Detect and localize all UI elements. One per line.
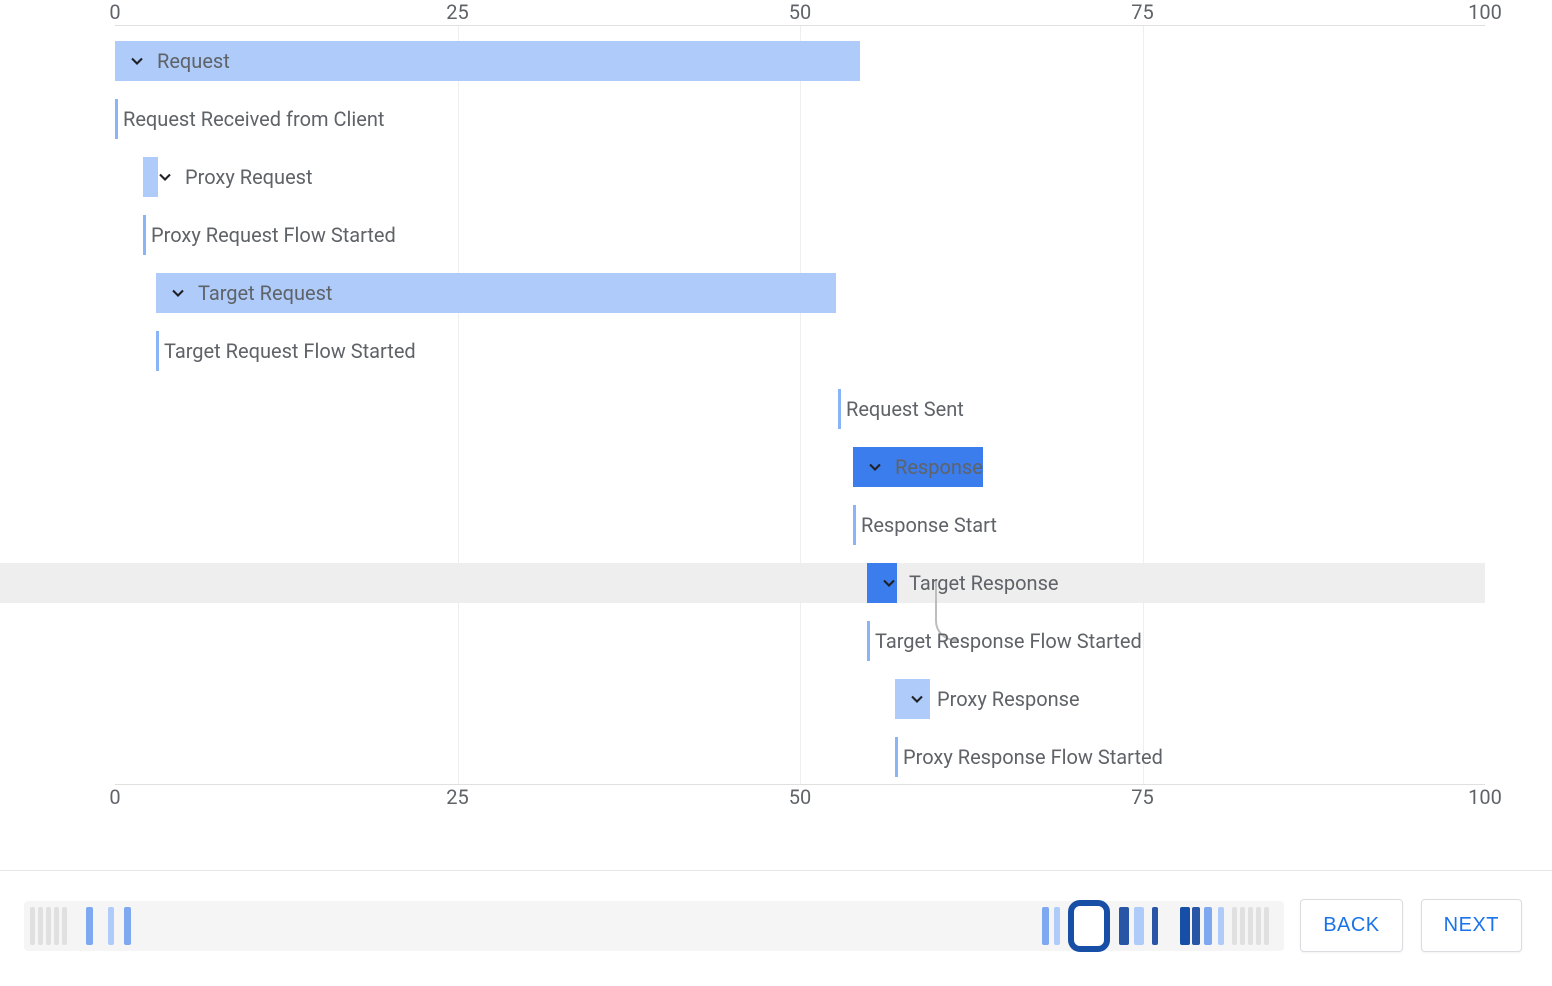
row-label: Request	[157, 49, 230, 73]
row-label: Request Received from Client	[123, 107, 384, 131]
row-label: Request Sent	[846, 397, 964, 421]
row-request-sent[interactable]: Request Sent	[0, 389, 1485, 429]
row-label: Target Request Flow Started	[164, 339, 416, 363]
row-proxy-response-flow[interactable]: Proxy Response Flow Started	[0, 737, 1485, 777]
footer-buttons: BACK NEXT	[1300, 899, 1522, 952]
row-label: Proxy Response Flow Started	[903, 745, 1163, 769]
chevron-down-icon[interactable]	[155, 167, 175, 187]
tick-label: 0	[109, 0, 120, 24]
chevron-down-icon[interactable]	[127, 51, 147, 71]
row-response[interactable]: Response	[0, 447, 1485, 487]
row-proxy-response[interactable]: Proxy Response	[0, 679, 1485, 719]
tick-label: 75	[1131, 0, 1153, 24]
chevron-down-icon[interactable]	[907, 689, 927, 709]
tick-label: 50	[789, 785, 811, 809]
tick-label: 100	[1468, 785, 1502, 809]
row-request-received[interactable]: Request Received from Client	[0, 99, 1485, 139]
chevron-down-icon[interactable]	[879, 573, 899, 593]
row-label: Response Start	[861, 513, 997, 537]
row-target-response[interactable]: Target Response	[0, 563, 1485, 603]
row-label: Response	[895, 455, 983, 479]
minimap-cursor[interactable]	[1068, 900, 1110, 952]
row-target-request-flow[interactable]: Target Request Flow Started	[0, 331, 1485, 371]
tick-label: 75	[1131, 785, 1153, 809]
tick-label: 25	[446, 785, 468, 809]
tick-label: 100	[1468, 0, 1502, 24]
chevron-down-icon[interactable]	[168, 283, 188, 303]
row-label: Target Response	[909, 571, 1059, 595]
axis-bottom: 0 25 50 75 100	[115, 785, 1485, 810]
row-target-response-flow[interactable]: Target Response Flow Started	[0, 621, 1485, 661]
row-label: Proxy Response	[937, 687, 1080, 711]
chevron-down-icon[interactable]	[865, 457, 885, 477]
axis-top: 0 25 50 75 100	[115, 0, 1485, 25]
row-proxy-request[interactable]: Proxy Request	[0, 157, 1485, 197]
tick-label: 50	[789, 0, 811, 24]
row-label: Proxy Request Flow Started	[151, 223, 396, 247]
tick-label: 0	[109, 785, 120, 809]
tick-label: 25	[446, 0, 468, 24]
row-response-start[interactable]: Response Start	[0, 505, 1485, 545]
row-proxy-request-flow[interactable]: Proxy Request Flow Started	[0, 215, 1485, 255]
row-target-request[interactable]: Target Request	[0, 273, 1485, 313]
back-button[interactable]: BACK	[1300, 899, 1402, 952]
next-button[interactable]: NEXT	[1421, 899, 1522, 952]
row-label: Target Response Flow Started	[875, 629, 1142, 653]
timeline-chart: 0 25 50 75 100 Request Request Received …	[115, 0, 1485, 805]
row-request[interactable]: Request	[0, 41, 1485, 81]
minimap[interactable]	[24, 901, 1284, 951]
footer: BACK NEXT	[0, 870, 1552, 899]
row-label: Proxy Request	[185, 165, 313, 189]
row-label: Target Request	[198, 281, 332, 305]
